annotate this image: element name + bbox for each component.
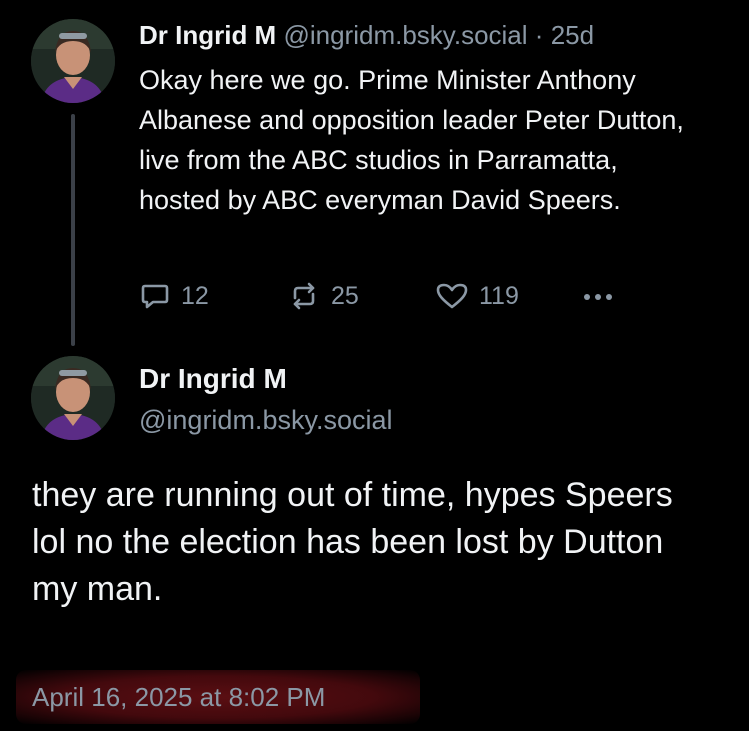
parent-post-header: Dr Ingrid M @ingridm.bsky.social · 25d	[139, 18, 594, 52]
repost-button[interactable]: 25	[287, 276, 359, 316]
avatar-photo	[31, 356, 115, 440]
heart-icon	[436, 283, 468, 309]
repost-arrows-icon	[293, 282, 315, 310]
timestamp-highlight: April 16, 2025 at 8:02 PM	[16, 670, 420, 724]
reply-post-text: they are running out of time, hypes Spee…	[32, 476, 673, 608]
reply-button[interactable]: 12	[139, 276, 209, 316]
post-timestamp: April 16, 2025 at 8:02 PM	[32, 682, 326, 712]
parent-author-handle[interactable]: @ingridm.bsky.social	[283, 20, 527, 50]
like-button[interactable]: 119	[435, 276, 519, 316]
reply-count: 12	[181, 281, 209, 310]
avatar-photo	[31, 19, 115, 103]
post-action-bar: 12 25 119	[139, 276, 639, 316]
parent-post-text: Okay here we go. Prime Minister Anthony …	[139, 65, 684, 215]
reply-author-handle[interactable]: @ingridm.bsky.social	[139, 402, 392, 438]
post-age[interactable]: 25d	[551, 20, 594, 50]
header-separator: ·	[534, 20, 544, 50]
reply-author-avatar[interactable]	[31, 356, 115, 440]
like-count: 119	[479, 281, 519, 310]
parent-author-name[interactable]: Dr Ingrid M	[139, 20, 276, 50]
repost-count: 25	[331, 281, 359, 310]
parent-author-avatar[interactable]	[31, 19, 115, 103]
more-options-button[interactable]	[579, 276, 629, 316]
reply-author-name[interactable]: Dr Ingrid M	[139, 360, 287, 398]
ellipsis-icon	[584, 294, 612, 300]
thread-line	[71, 114, 75, 346]
speech-bubble-icon	[141, 284, 169, 309]
